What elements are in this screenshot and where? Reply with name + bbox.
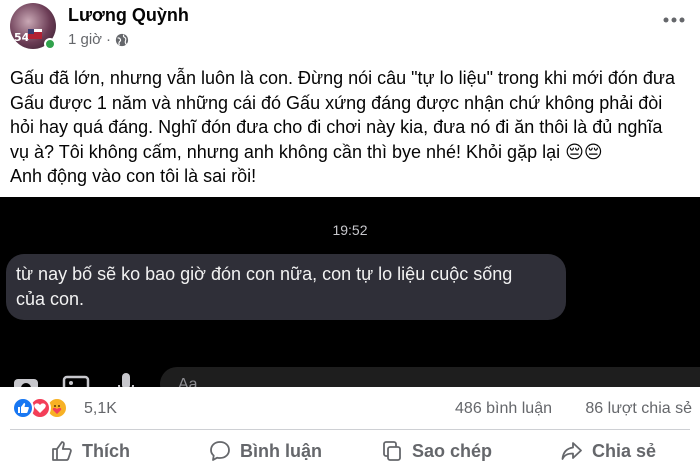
like-reaction-icon bbox=[12, 397, 34, 419]
camera-icon bbox=[14, 379, 38, 387]
author-name[interactable]: Lương Quỳnh bbox=[68, 5, 189, 26]
post-text-line: Gấu đã lớn, nhưng vẫn luôn là con. Đừng … bbox=[10, 68, 675, 88]
divider bbox=[10, 429, 690, 430]
message-line: của con. bbox=[16, 289, 85, 309]
like-button[interactable]: Thích bbox=[50, 434, 130, 468]
chat-screenshot-image[interactable]: 19:52 từ nay bố sẽ ko bao giờ đón con nữ… bbox=[0, 197, 700, 387]
flag-icon bbox=[28, 29, 42, 39]
message-line: từ nay bố sẽ ko bao giờ đón con nữa, con… bbox=[16, 264, 513, 284]
reactions-count[interactable]: 5,1K bbox=[84, 400, 117, 418]
post-time[interactable]: 1 giờ bbox=[68, 31, 102, 48]
more-options-icon[interactable] bbox=[662, 16, 686, 24]
comment-button[interactable]: Bình luận bbox=[208, 434, 322, 468]
message-bubble: từ nay bố sẽ ko bao giờ đón con nữa, con… bbox=[6, 254, 566, 320]
globe-icon bbox=[115, 33, 129, 46]
comment-icon bbox=[210, 441, 230, 461]
separator-dot: · bbox=[106, 31, 112, 48]
post-actions: Thích Bình luận Sao chép Chia sẻ bbox=[0, 434, 700, 468]
post-stats: 5,1K 486 bình luận 86 lượt chia sẻ bbox=[0, 392, 700, 426]
share-icon bbox=[561, 442, 582, 460]
copy-icon bbox=[383, 441, 401, 461]
chat-timestamp: 19:52 bbox=[332, 222, 368, 238]
post-text-line: Anh động vào con tôi là sai rồi! bbox=[10, 166, 257, 186]
post-meta: 1 giờ · bbox=[68, 31, 129, 48]
shares-count[interactable]: 86 lượt chia sẻ bbox=[585, 400, 692, 418]
message-input-placeholder: Aa bbox=[160, 367, 700, 387]
post-text-line: hỏi hay quá đáng. Nghĩ đón đưa cho đi ch… bbox=[10, 117, 663, 137]
thumbs-up-icon bbox=[52, 441, 72, 461]
comment-label: Bình luận bbox=[240, 440, 322, 461]
copy-button[interactable]: Sao chép bbox=[380, 434, 492, 468]
online-status-icon bbox=[44, 38, 56, 50]
share-label: Chia sẻ bbox=[592, 440, 657, 461]
share-button[interactable]: Chia sẻ bbox=[560, 434, 656, 468]
microphone-icon bbox=[118, 373, 134, 387]
copy-label: Sao chép bbox=[412, 440, 493, 461]
like-label: Thích bbox=[82, 440, 130, 461]
photo-icon bbox=[62, 375, 90, 387]
comments-count[interactable]: 486 bình luận bbox=[455, 400, 552, 418]
post-text-line: vụ à? Tôi không cấm, nhưng anh không cần… bbox=[10, 141, 603, 162]
post-text: Gấu đã lớn, nhưng vẫn luôn là con. Đừng … bbox=[10, 66, 692, 189]
post-text-line: Gấu được 1 năm và những cái đó Gấu xứng … bbox=[10, 92, 663, 113]
chat-input-bar: Aa bbox=[0, 367, 700, 387]
reactions-summary[interactable] bbox=[12, 397, 68, 419]
post-header: 54 Lương Quỳnh 1 giờ · bbox=[0, 0, 700, 62]
